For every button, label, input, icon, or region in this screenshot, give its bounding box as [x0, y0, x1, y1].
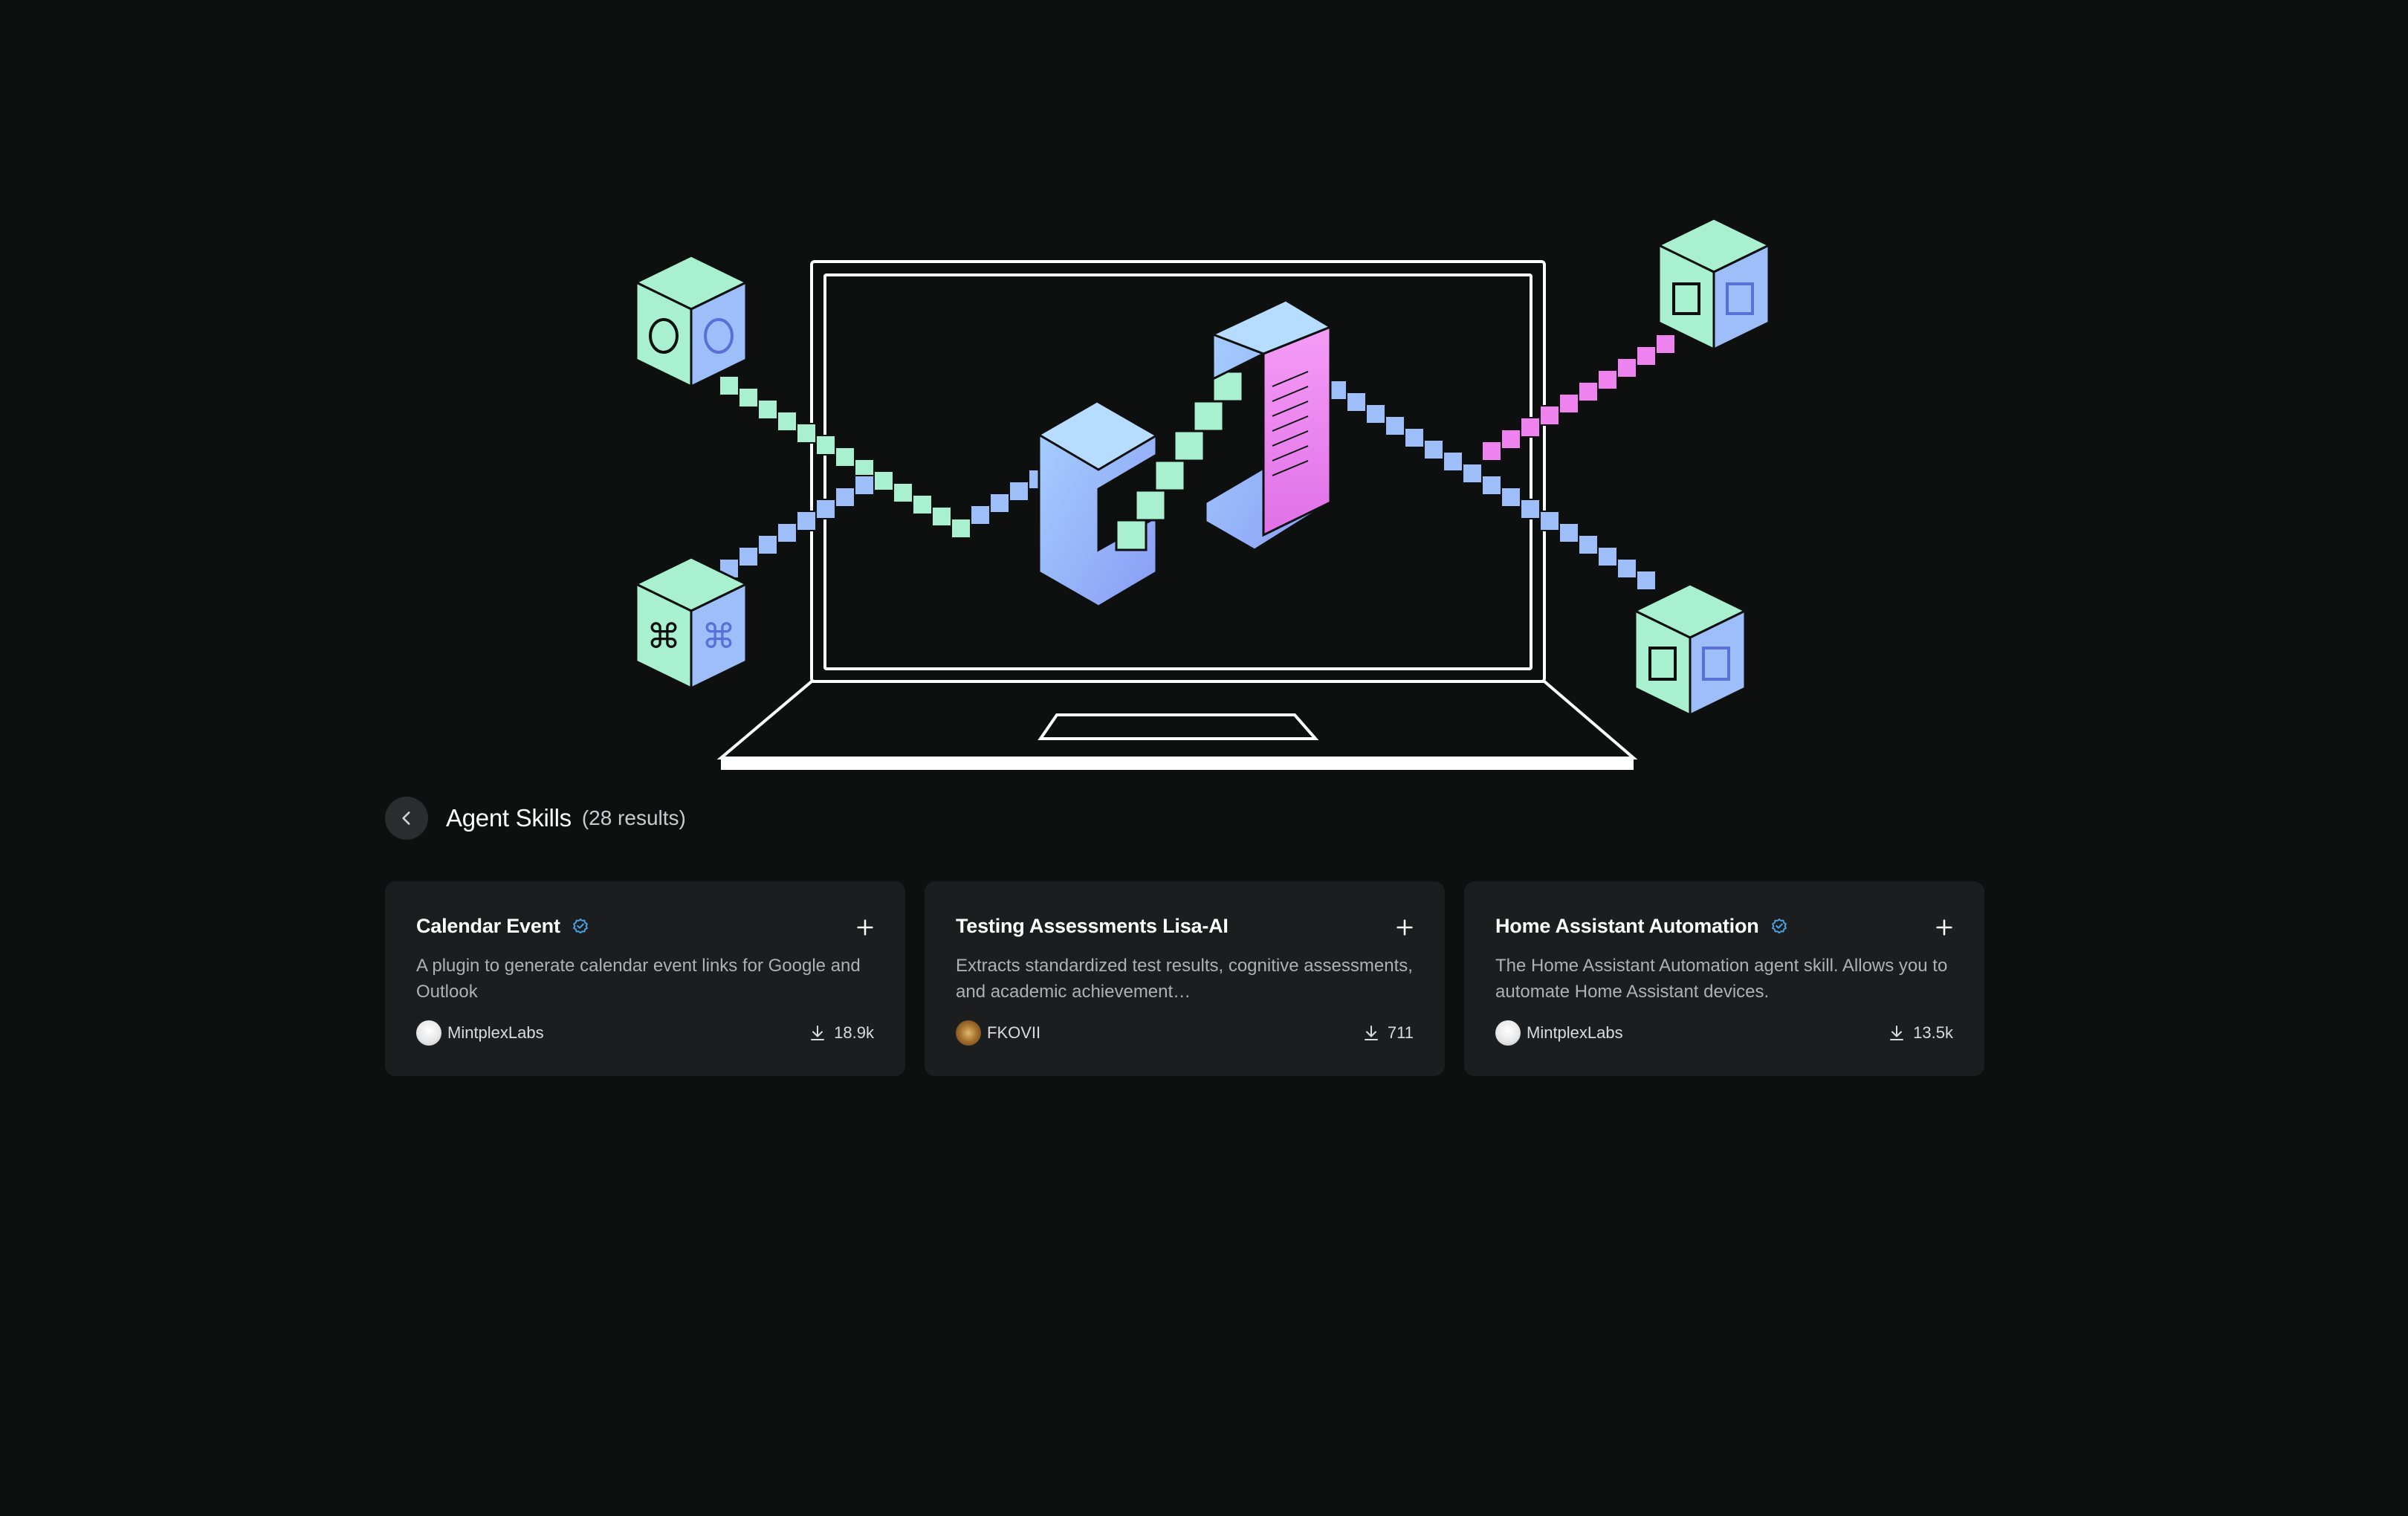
verified-badge-icon: [1770, 916, 1789, 936]
section-title: Agent Skills: [446, 804, 572, 832]
svg-text:⌘: ⌘: [702, 616, 736, 656]
author-name: MintplexLabs: [447, 1023, 544, 1042]
card-header: Testing Assessments Lisa-AI: [956, 911, 1414, 941]
plus-icon[interactable]: [1394, 917, 1415, 938]
page: ⌘ ⌘ Agent Skills (28 results) Calendar E…: [0, 0, 2408, 1516]
card-title: Calendar Event: [416, 914, 560, 937]
card-description: Extracts standardized test results, cogn…: [956, 956, 1413, 1002]
avatar: [416, 1020, 441, 1046]
laptop-base: [721, 758, 1634, 770]
laptop-outline: [716, 260, 1638, 759]
download-count-value: 711: [1387, 1023, 1414, 1042]
agent-skills-section: Agent Skills (28 results) Calendar Event: [385, 792, 1990, 1076]
document-cube-icon: [1632, 583, 1748, 717]
section-header: Agent Skills (28 results): [385, 792, 1990, 844]
skill-cards: Calendar Event A plugin to generate cale…: [385, 881, 1990, 1076]
skill-card[interactable]: Home Assistant Automation The Home Assis…: [1464, 881, 1984, 1076]
skill-card[interactable]: Calendar Event A plugin to generate cale…: [385, 881, 905, 1076]
download-icon: [1890, 1026, 1904, 1040]
chevron-left-icon: [402, 812, 410, 825]
card-header: Calendar Event: [416, 911, 874, 941]
hero-illustration: ⌘ ⌘: [0, 0, 2408, 788]
card-header: Home Assistant Automation: [1495, 911, 1953, 941]
card-description: The Home Assistant Automation agent skil…: [1495, 956, 1948, 1002]
author-name: MintplexLabs: [1527, 1023, 1623, 1042]
download-count: 18.9k: [809, 1023, 874, 1043]
results-count: (28 results): [581, 806, 686, 829]
folder-cube-icon: [1656, 217, 1772, 352]
skill-card[interactable]: Testing Assessments Lisa-AI Extracts sta…: [925, 881, 1445, 1076]
plus-icon[interactable]: [855, 917, 876, 938]
plus-icon[interactable]: [1934, 917, 1955, 938]
card-title: Home Assistant Automation: [1495, 914, 1759, 937]
svg-text:⌘: ⌘: [647, 616, 681, 656]
avatar: [1495, 1020, 1521, 1046]
download-count: 13.5k: [1888, 1023, 1953, 1043]
card-footer: FKOVII 711: [956, 1020, 1414, 1046]
card-description: A plugin to generate calendar event link…: [416, 956, 861, 1002]
avatar: [956, 1020, 981, 1046]
back-button[interactable]: [385, 797, 428, 840]
author[interactable]: FKOVII: [956, 1020, 1040, 1046]
card-title: Testing Assessments Lisa-AI: [956, 914, 1229, 937]
laptop-illustration: ⌘ ⌘: [633, 217, 1772, 770]
download-count-value: 13.5k: [1913, 1023, 1953, 1042]
download-icon: [1364, 1026, 1378, 1040]
author[interactable]: MintplexLabs: [416, 1020, 544, 1046]
card-footer: MintplexLabs 18.9k: [416, 1020, 874, 1046]
download-count: 711: [1362, 1023, 1414, 1043]
command-cube-icon: ⌘ ⌘: [633, 556, 749, 690]
download-icon: [811, 1026, 825, 1040]
card-footer: MintplexLabs 13.5k: [1495, 1020, 1953, 1046]
download-count-value: 18.9k: [834, 1023, 874, 1042]
author-name: FKOVII: [987, 1023, 1041, 1042]
database-cube-icon: [633, 254, 749, 389]
author[interactable]: MintplexLabs: [1495, 1020, 1623, 1046]
verified-badge-icon: [571, 916, 590, 936]
central-logo: [1037, 299, 1333, 608]
